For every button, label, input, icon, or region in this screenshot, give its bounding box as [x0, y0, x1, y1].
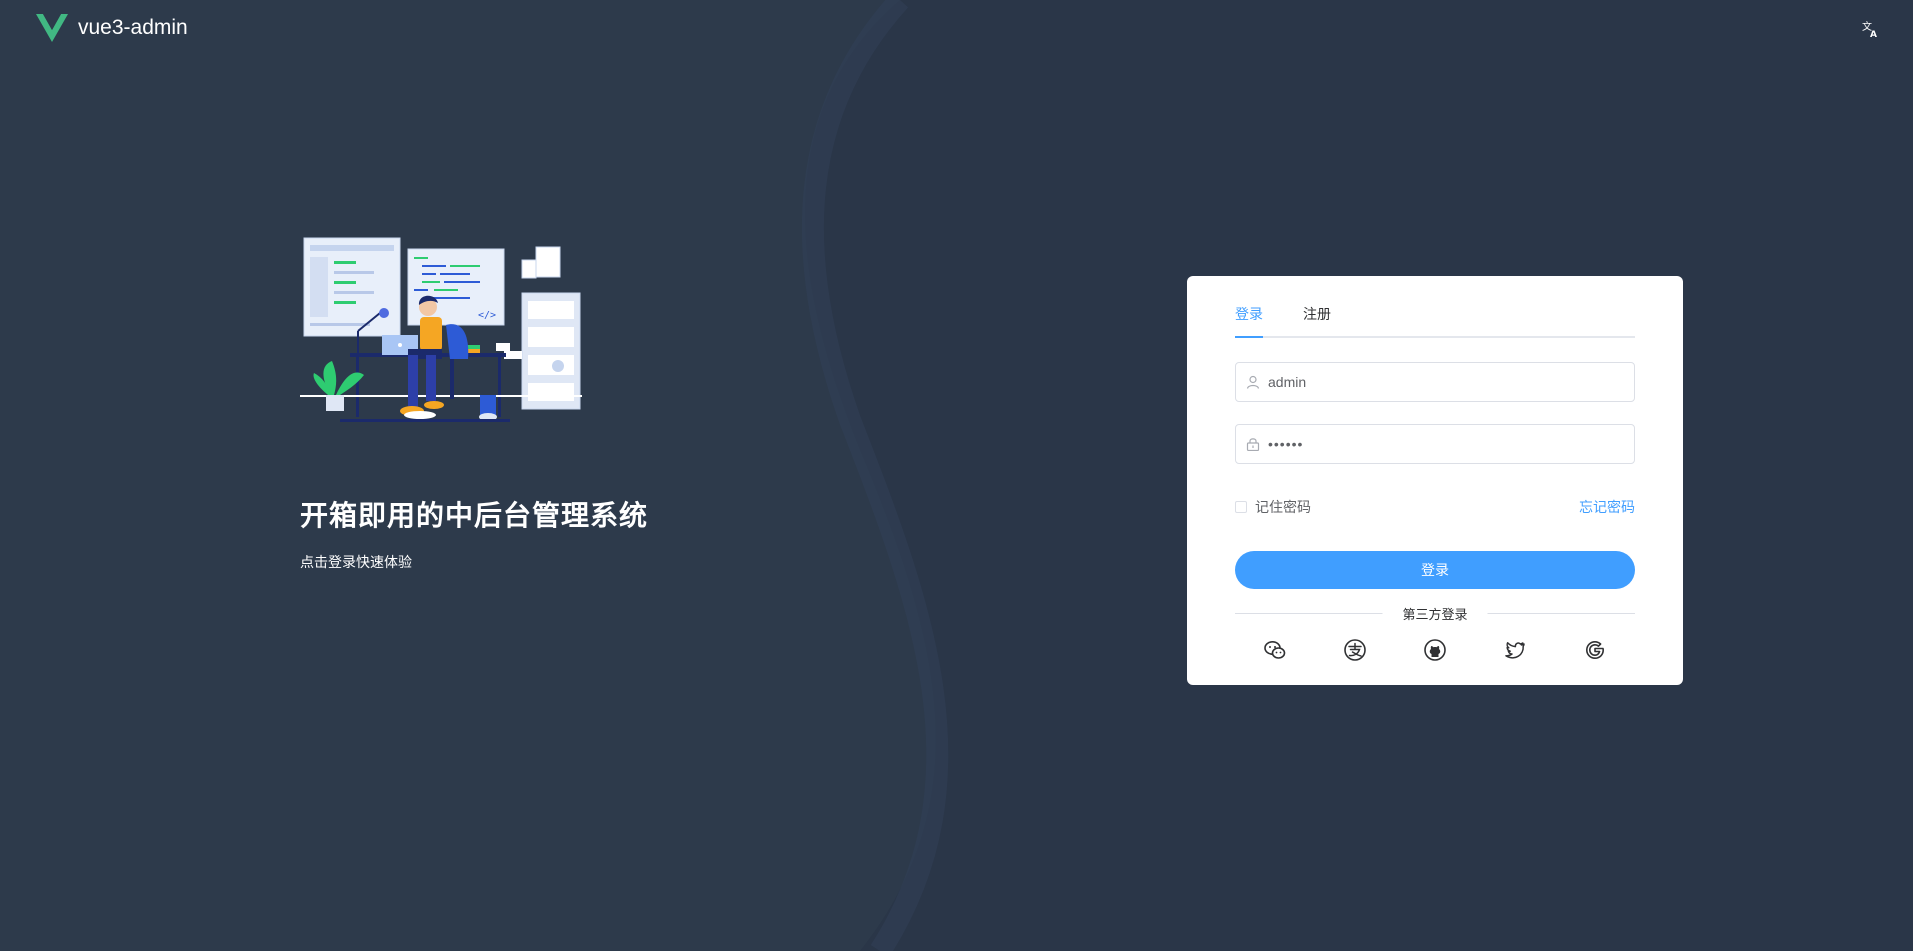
tab-active-indicator	[1235, 336, 1263, 338]
remember-label: 记住密码	[1255, 500, 1311, 516]
twitter-icon[interactable]	[1503, 638, 1527, 662]
login-button[interactable]: 登录	[1235, 551, 1635, 589]
remember-password[interactable]: 记住密码	[1235, 497, 1311, 517]
app-name: vue3-admin	[78, 16, 188, 39]
alipay-icon[interactable]	[1343, 638, 1367, 662]
tab-login[interactable]: 登录	[1235, 304, 1263, 334]
user-icon	[1246, 375, 1260, 389]
login-page: vue3-admin 文 A </> 开箱即用的中后台管理系统 点击登录快速体验…	[0, 0, 1913, 951]
login-tabs: 登录 注册	[1235, 302, 1635, 338]
third-party-divider: 第三方登录	[1235, 604, 1635, 623]
remember-checkbox[interactable]	[1235, 501, 1247, 513]
password-field[interactable]	[1235, 424, 1635, 464]
google-icon[interactable]	[1583, 638, 1607, 662]
lock-icon	[1246, 438, 1260, 451]
wechat-icon[interactable]	[1263, 638, 1287, 662]
github-icon[interactable]	[1423, 638, 1447, 662]
username-field[interactable]	[1235, 362, 1635, 402]
tab-register[interactable]: 注册	[1303, 304, 1331, 334]
login-card: 登录 注册 记住密码 忘记密码 登录 第三方登录	[1187, 276, 1683, 685]
svg-text:</>: </>	[478, 310, 496, 321]
header: vue3-admin	[36, 14, 188, 42]
password-input[interactable]	[1268, 436, 1608, 452]
hero-subtitle: 点击登录快速体验	[300, 555, 412, 571]
translate-icon[interactable]: 文 A	[1861, 19, 1881, 39]
third-party-label: 第三方登录	[1382, 604, 1488, 623]
username-input[interactable]	[1268, 374, 1608, 390]
forgot-password-link[interactable]: 忘记密码	[1579, 497, 1635, 517]
svg-text:A: A	[1870, 30, 1877, 39]
hero-title: 开箱即用的中后台管理系统	[300, 499, 649, 532]
developer-illustration: </>	[300, 237, 582, 422]
vue-logo-icon	[36, 14, 68, 42]
social-login-list	[1235, 638, 1635, 664]
